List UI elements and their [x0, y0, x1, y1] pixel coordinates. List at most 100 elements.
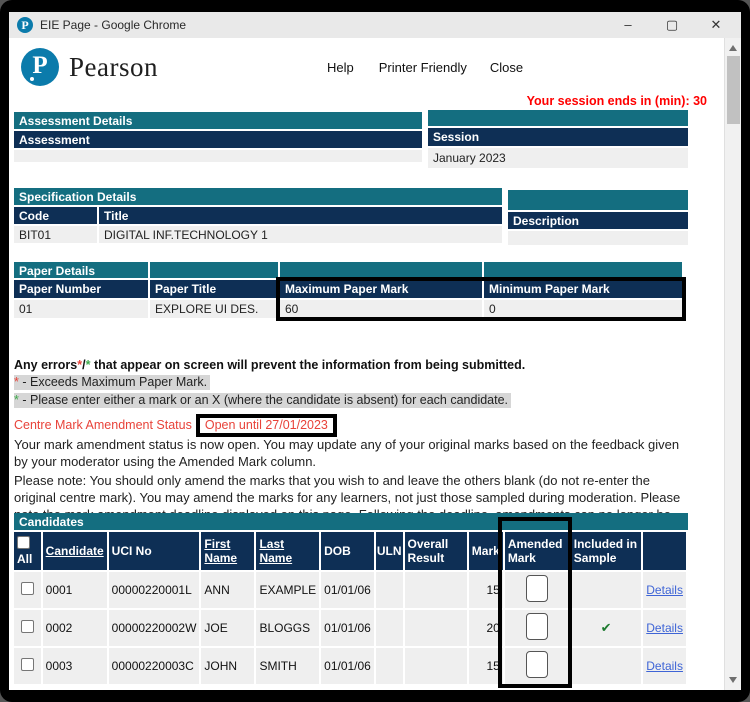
last-name: SMITH — [256, 648, 319, 684]
title-bar: P EIE Page - Google Chrome – ▢ ✕ — [9, 12, 741, 38]
candidates-header: Candidates — [14, 513, 688, 530]
paper-title-value: EXPLORE UI DES. — [150, 300, 278, 318]
max-paper-mark-header: Maximum Paper Mark — [280, 280, 482, 298]
first-name: JOHN — [201, 648, 254, 684]
included-in-sample-header: Included in Sample — [571, 532, 642, 570]
errors-heading: Any errors*/* that appear on screen will… — [14, 358, 704, 372]
vertical-scrollbar[interactable] — [724, 38, 741, 690]
overall-result-header: Overall Result — [405, 532, 467, 570]
description-section-header — [508, 190, 688, 210]
assessment-value — [14, 150, 422, 162]
code-column-header: Code — [14, 207, 97, 224]
window-title: EIE Page - Google Chrome — [40, 18, 186, 32]
first-name: JOE — [201, 610, 254, 646]
mark-value: 15 — [469, 572, 503, 608]
min-paper-mark-value: 0 — [484, 300, 682, 318]
close-link[interactable]: Close — [490, 60, 523, 75]
pearson-logo: P Pearson — [21, 48, 158, 86]
paper-details-table: Paper Details Paper Number Paper Title M… — [14, 262, 686, 318]
title-value: DIGITAL INF.TECHNOLOGY 1 — [99, 226, 502, 243]
error-item-max-mark: * - Exceeds Maximum Paper Mark. — [14, 375, 210, 390]
candidate-row: 0001 00000220001L ANN EXAMPLE 01/01/06 1… — [14, 572, 686, 608]
amendment-status-line: Centre Mark Amendment StatusOpen until 2… — [14, 418, 704, 432]
title-column-header: Title — [99, 207, 502, 224]
window-frame: P EIE Page - Google Chrome – ▢ ✕ P Pears… — [0, 0, 750, 702]
details-header — [643, 532, 686, 570]
amended-mark-input[interactable] — [526, 575, 548, 602]
close-icon[interactable]: ✕ — [709, 17, 723, 33]
last-name: BLOGGS — [256, 610, 319, 646]
session-section-header — [428, 110, 688, 126]
errors-block: Any errors*/* that appear on screen will… — [14, 358, 704, 408]
session-column-header: Session — [428, 128, 688, 146]
browser-window: P EIE Page - Google Chrome – ▢ ✕ P Pears… — [9, 12, 741, 690]
candidates-section: Candidates All Candidate UCI No First Na… — [14, 513, 688, 686]
scroll-up-icon[interactable] — [729, 45, 737, 51]
amended-mark-input[interactable] — [526, 651, 548, 678]
uln — [376, 572, 403, 608]
mark-value: 20 — [469, 610, 503, 646]
candidate-row: 0002 00000220002W JOE BLOGGS 01/01/06 20… — [14, 610, 686, 646]
min-paper-mark-header: Minimum Paper Mark — [484, 280, 682, 298]
candidate-number: 0002 — [43, 610, 107, 646]
description-column-header: Description — [508, 212, 688, 229]
row-checkbox[interactable] — [21, 620, 34, 633]
brand-name: Pearson — [69, 52, 158, 83]
candidates-header-row: All Candidate UCI No First Name Last Nam… — [14, 532, 686, 570]
overall-result — [405, 648, 467, 684]
dob: 01/01/06 — [321, 572, 374, 608]
sort-first-name-link[interactable]: First Name — [204, 537, 237, 565]
row-checkbox[interactable] — [21, 582, 34, 595]
pearson-favicon-icon: P — [17, 17, 33, 33]
candidate-number: 0001 — [43, 572, 107, 608]
uln — [376, 648, 403, 684]
pearson-logo-icon: P — [21, 48, 59, 86]
details-link[interactable]: Details — [646, 621, 683, 635]
details-link[interactable]: Details — [646, 583, 683, 597]
dob: 01/01/06 — [321, 648, 374, 684]
sort-candidate-link[interactable]: Candidate — [46, 544, 104, 558]
description-table: Description — [508, 190, 688, 245]
specification-details-table: Specification Details Code Title BIT01 D… — [14, 188, 502, 243]
candidate-number: 0003 — [43, 648, 107, 684]
printer-friendly-link[interactable]: Printer Friendly — [379, 60, 467, 75]
session-value: January 2023 — [428, 148, 688, 168]
details-link[interactable]: Details — [646, 659, 683, 673]
uln — [376, 610, 403, 646]
scroll-down-icon[interactable] — [729, 677, 737, 683]
top-menu: Help Printer Friendly Close — [327, 60, 523, 75]
maximize-icon[interactable]: ▢ — [665, 17, 679, 33]
select-all-header: All — [14, 532, 41, 570]
minimize-icon[interactable]: – — [621, 17, 635, 33]
assessment-details-header: Assessment Details — [14, 112, 422, 129]
scrollbar-thumb[interactable] — [727, 56, 740, 124]
uci-no: 00000220001L — [109, 572, 200, 608]
sort-last-name-link[interactable]: Last Name — [259, 537, 292, 565]
mark-header: Mark — [469, 532, 503, 570]
description-value — [508, 231, 688, 245]
uci-header: UCI No — [109, 532, 200, 570]
uci-no: 00000220002W — [109, 610, 200, 646]
amendment-paragraph-1: Your mark amendment status is now open. … — [14, 436, 690, 470]
specification-details-header: Specification Details — [14, 188, 502, 205]
error-item-absent: * - Please enter either a mark or an X (… — [14, 393, 511, 408]
page-content: P Pearson Help Printer Friendly Close Yo… — [9, 38, 741, 690]
last-name: EXAMPLE — [256, 572, 319, 608]
row-checkbox[interactable] — [21, 658, 34, 671]
paper-number-value: 01 — [14, 300, 148, 318]
amended-mark-input[interactable] — [526, 613, 548, 640]
help-link[interactable]: Help — [327, 60, 354, 75]
candidates-table: All Candidate UCI No First Name Last Nam… — [12, 530, 688, 686]
dob-header: DOB — [321, 532, 374, 570]
uci-no: 00000220003C — [109, 648, 200, 684]
assessment-column-header: Assessment — [14, 131, 422, 148]
amended-mark-header: Amended Mark — [505, 532, 569, 570]
overall-result — [405, 572, 467, 608]
uln-header: ULN — [376, 532, 403, 570]
max-paper-mark-value: 60 — [280, 300, 482, 318]
paper-details-header: Paper Details — [14, 262, 148, 278]
select-all-checkbox[interactable] — [17, 536, 30, 549]
all-label: All — [17, 552, 38, 566]
amendment-deadline: Open until 27/01/2023 — [196, 414, 337, 437]
amendment-status-label: Centre Mark Amendment Status — [14, 418, 192, 432]
